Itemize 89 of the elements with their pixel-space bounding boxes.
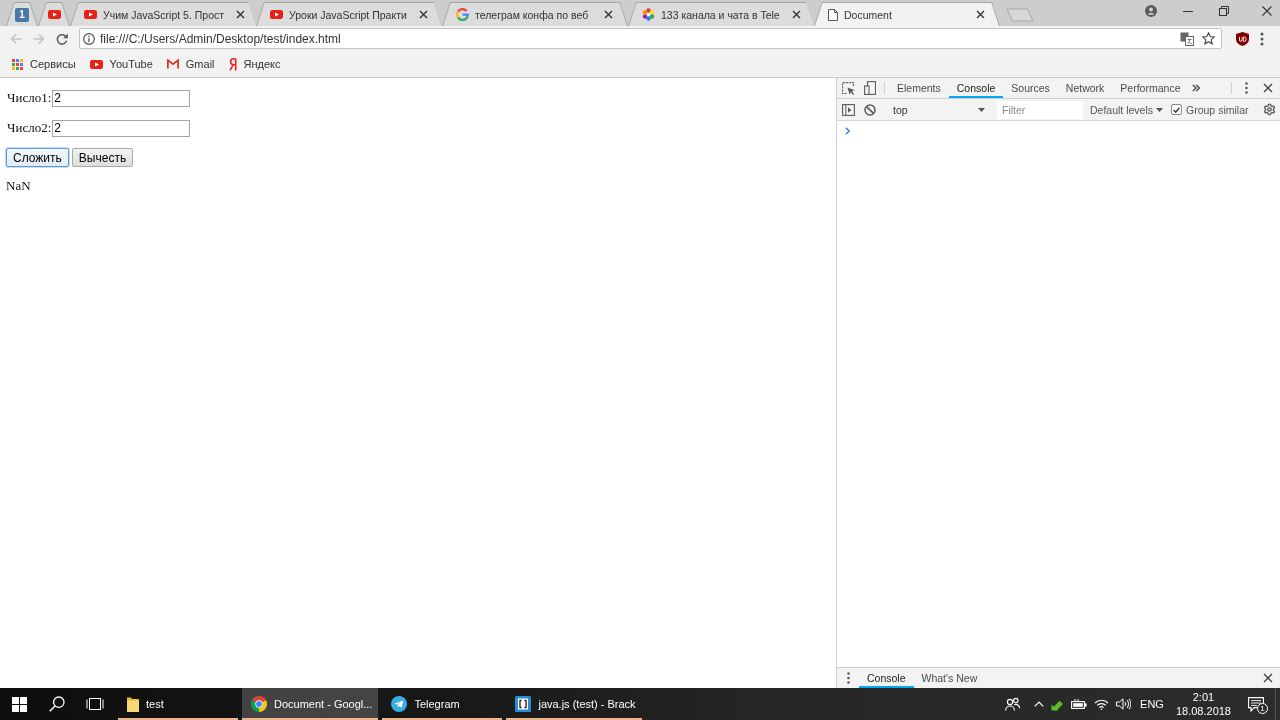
close-icon[interactable]: [1263, 673, 1273, 683]
battery-icon[interactable]: [1071, 699, 1088, 709]
taskbar-app[interactable]: java.js (test) - Brack: [506, 688, 642, 720]
tick-icon: [1173, 106, 1181, 113]
mail-logo-icon: [166, 59, 179, 69]
clear-icon[interactable]: [864, 103, 876, 116]
menu-icon[interactable]: [846, 672, 850, 684]
browser-tab[interactable]: Document: [814, 2, 1000, 26]
bookmark-link[interactable]: Gmail: [164, 54, 217, 74]
context-dropdown[interactable]: top: [889, 100, 989, 119]
checkbox-label: Group similar: [1186, 103, 1249, 116]
language-indicator[interactable]: ENG: [1140, 698, 1164, 710]
flower-icon: [642, 8, 655, 21]
close-icon[interactable]: [791, 10, 801, 19]
drawer-tab[interactable]: What's New: [913, 668, 986, 688]
taskbar-app[interactable]: test: [118, 688, 238, 720]
devtools-tab[interactable]: Performance: [1112, 78, 1189, 98]
number-input[interactable]: 2: [52, 119, 191, 137]
close-icon[interactable]: [236, 10, 246, 19]
browser-tab[interactable]: [38, 2, 70, 26]
more-tabs-icon[interactable]: [1192, 84, 1201, 92]
play-logo-icon: [89, 59, 103, 69]
filter-input[interactable]: Filter: [997, 100, 1083, 119]
checkbox[interactable]: [1171, 104, 1183, 115]
browser-logo-icon: [251, 696, 267, 712]
favicon-badge: 1: [15, 7, 29, 22]
devtools-tab[interactable]: Sources: [1003, 78, 1058, 98]
people-icon[interactable]: [1005, 697, 1021, 711]
minimize-icon[interactable]: [1183, 10, 1193, 12]
devtools-tab[interactable]: Network: [1057, 78, 1113, 98]
logo-icon: [228, 57, 237, 71]
browser-tab[interactable]: телеграм конфа по веб: [442, 2, 628, 26]
close-icon[interactable]: [1263, 83, 1273, 93]
prompt-chevron-icon: [845, 127, 850, 135]
info-icon[interactable]: [83, 32, 95, 45]
notification-icon[interactable]: [1248, 696, 1264, 712]
taskbar-app[interactable]: Telegram: [382, 688, 503, 720]
devtools-tab[interactable]: Elements: [889, 78, 949, 98]
caret-icon: [1156, 107, 1164, 112]
levels-dropdown[interactable]: Default levels: [1088, 103, 1166, 116]
device-icon[interactable]: [864, 81, 876, 95]
field-label: Число2:: [7, 120, 52, 136]
play-logo-icon: [84, 10, 97, 19]
form-button[interactable]: Вычесть: [71, 148, 134, 167]
close-icon[interactable]: [418, 10, 428, 19]
browser-tab[interactable]: Уроки JavaScript Практи: [256, 2, 442, 26]
reload-icon[interactable]: [56, 32, 68, 45]
wifi-icon[interactable]: [1094, 698, 1110, 710]
chevron-up-icon[interactable]: [1034, 701, 1045, 707]
notification-count: 1: [1257, 703, 1268, 714]
g-logo-icon: [456, 8, 469, 21]
bookmark-link[interactable]: YouTube: [87, 54, 155, 74]
star-icon[interactable]: [1202, 32, 1215, 45]
profile-icon[interactable]: [1145, 5, 1157, 17]
menu-icon[interactable]: [1244, 82, 1248, 94]
shield-icon[interactable]: [1236, 31, 1249, 46]
bookmark-link[interactable]: Сервисы: [10, 54, 78, 74]
field-label: Число1:: [7, 90, 52, 106]
page-icon: [828, 8, 838, 21]
browser-tab[interactable]: Учим JavaScript 5. Прост: [70, 2, 256, 26]
result-text: NaN: [6, 178, 31, 194]
form-button[interactable]: Сложить: [6, 148, 69, 167]
menu-icon[interactable]: [1260, 31, 1264, 46]
volume-icon[interactable]: [1116, 698, 1132, 710]
caret-icon: [978, 107, 985, 112]
restore-icon[interactable]: [1219, 6, 1229, 16]
apps-grid-icon: [12, 58, 23, 70]
folder-icon: [127, 696, 139, 712]
search-icon[interactable]: [49, 696, 65, 712]
close-icon[interactable]: [976, 10, 985, 19]
address-bar[interactable]: file:///C:/Users/Admin/Desktop/test/index.html: [79, 28, 1222, 49]
task-view-icon[interactable]: [86, 697, 104, 711]
browser-tab[interactable]: 1: [6, 2, 38, 26]
play-logo-icon: [270, 10, 283, 19]
sidebar-toggle-icon[interactable]: [841, 103, 855, 116]
close-icon[interactable]: [604, 10, 613, 19]
settings-icon[interactable]: [1262, 103, 1276, 116]
paper-plane-icon: [391, 696, 408, 712]
close-icon[interactable]: [1262, 6, 1272, 16]
clock[interactable]: 2:01 18.08.2018: [1169, 690, 1237, 718]
number-input[interactable]: 2: [52, 89, 191, 107]
taskbar-app[interactable]: Document - Googl...: [242, 688, 379, 720]
bookmark-link[interactable]: Яндекс: [226, 54, 283, 74]
inspect-icon[interactable]: [841, 81, 855, 95]
browser-tab[interactable]: 133 канала и чата в Tele: [628, 2, 814, 26]
play-logo-icon: [47, 10, 61, 19]
start-icon[interactable]: [11, 696, 27, 712]
translate-icon[interactable]: [1180, 31, 1194, 46]
brackets-logo-icon: [515, 696, 532, 712]
